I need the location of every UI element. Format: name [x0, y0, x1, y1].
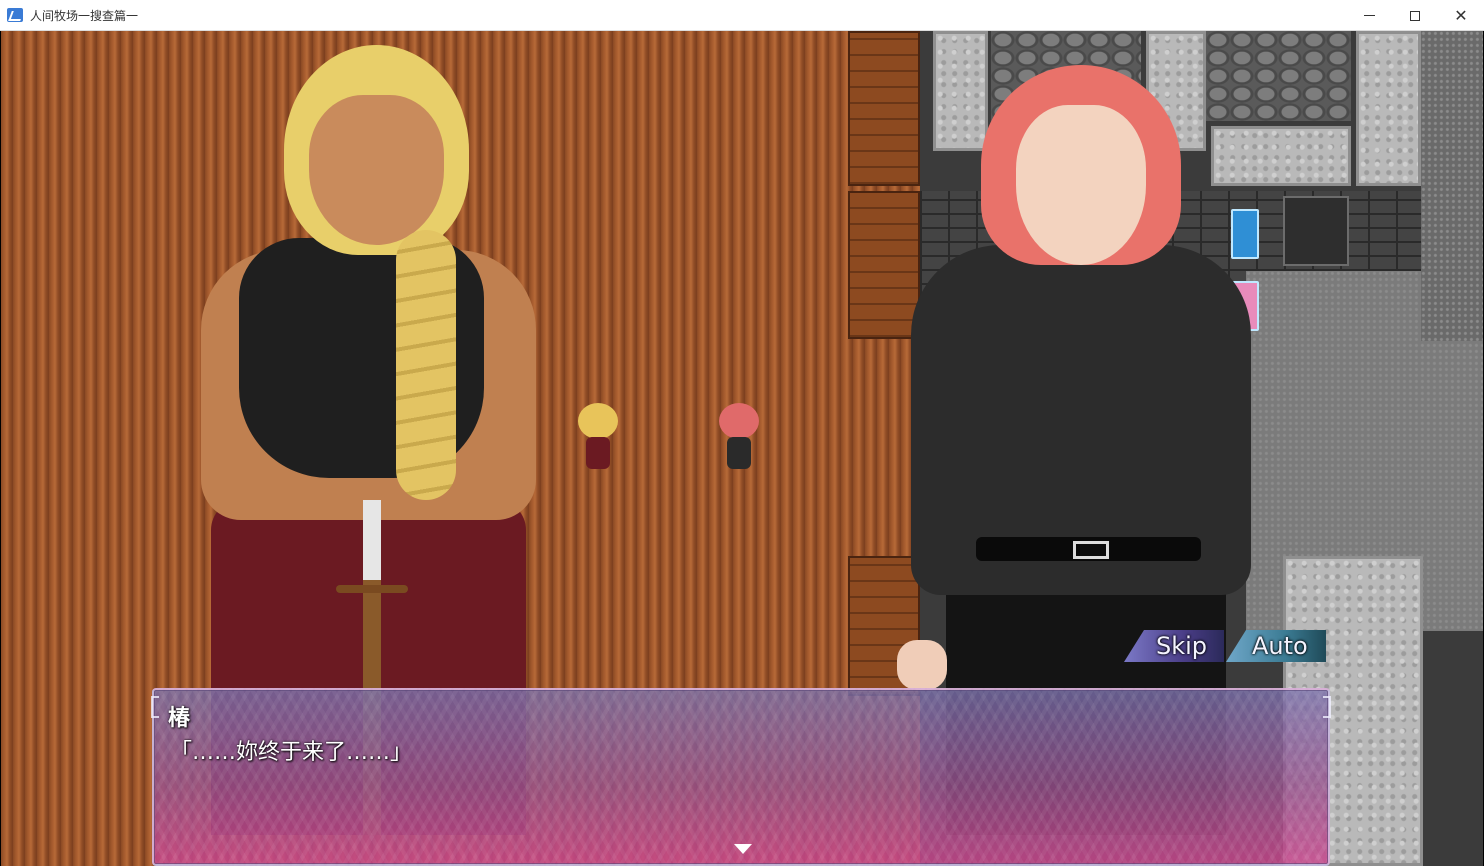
- window-titlebar[interactable]: 人间牧场一搜查篇一 ✕: [0, 0, 1484, 31]
- character-hand: [897, 640, 947, 690]
- auto-label: Auto: [1252, 632, 1308, 660]
- maximize-icon: [1410, 10, 1420, 21]
- window-controls: ✕: [1346, 0, 1484, 31]
- stone-block: [1356, 31, 1421, 186]
- skip-label: Skip: [1156, 632, 1208, 660]
- minimize-button[interactable]: [1346, 0, 1392, 31]
- app-icon: [7, 8, 23, 22]
- belt-buckle: [1073, 541, 1109, 559]
- speaker-name: 椿: [168, 706, 191, 731]
- close-icon: ✕: [1454, 6, 1468, 25]
- window-title: 人间牧场一搜查篇一: [30, 8, 139, 23]
- auto-button[interactable]: Auto: [1226, 630, 1326, 662]
- minimize-icon: [1363, 15, 1375, 16]
- skip-button[interactable]: Skip: [1124, 630, 1224, 662]
- sprite-redhead: [715, 403, 763, 475]
- message-window[interactable]: 椿 「……妳终于来了……」: [151, 688, 1331, 866]
- corner-decoration: [1323, 696, 1331, 718]
- character-face: [1016, 105, 1146, 265]
- sprite-blonde: [574, 403, 622, 475]
- maximize-button[interactable]: [1392, 0, 1438, 31]
- triangle-down-icon[interactable]: [734, 844, 752, 854]
- corner-decoration: [151, 696, 159, 718]
- close-button[interactable]: ✕: [1438, 0, 1484, 31]
- dialogue-text: 「……妳终于来了……」: [170, 740, 413, 765]
- gray-floor: [1421, 31, 1483, 341]
